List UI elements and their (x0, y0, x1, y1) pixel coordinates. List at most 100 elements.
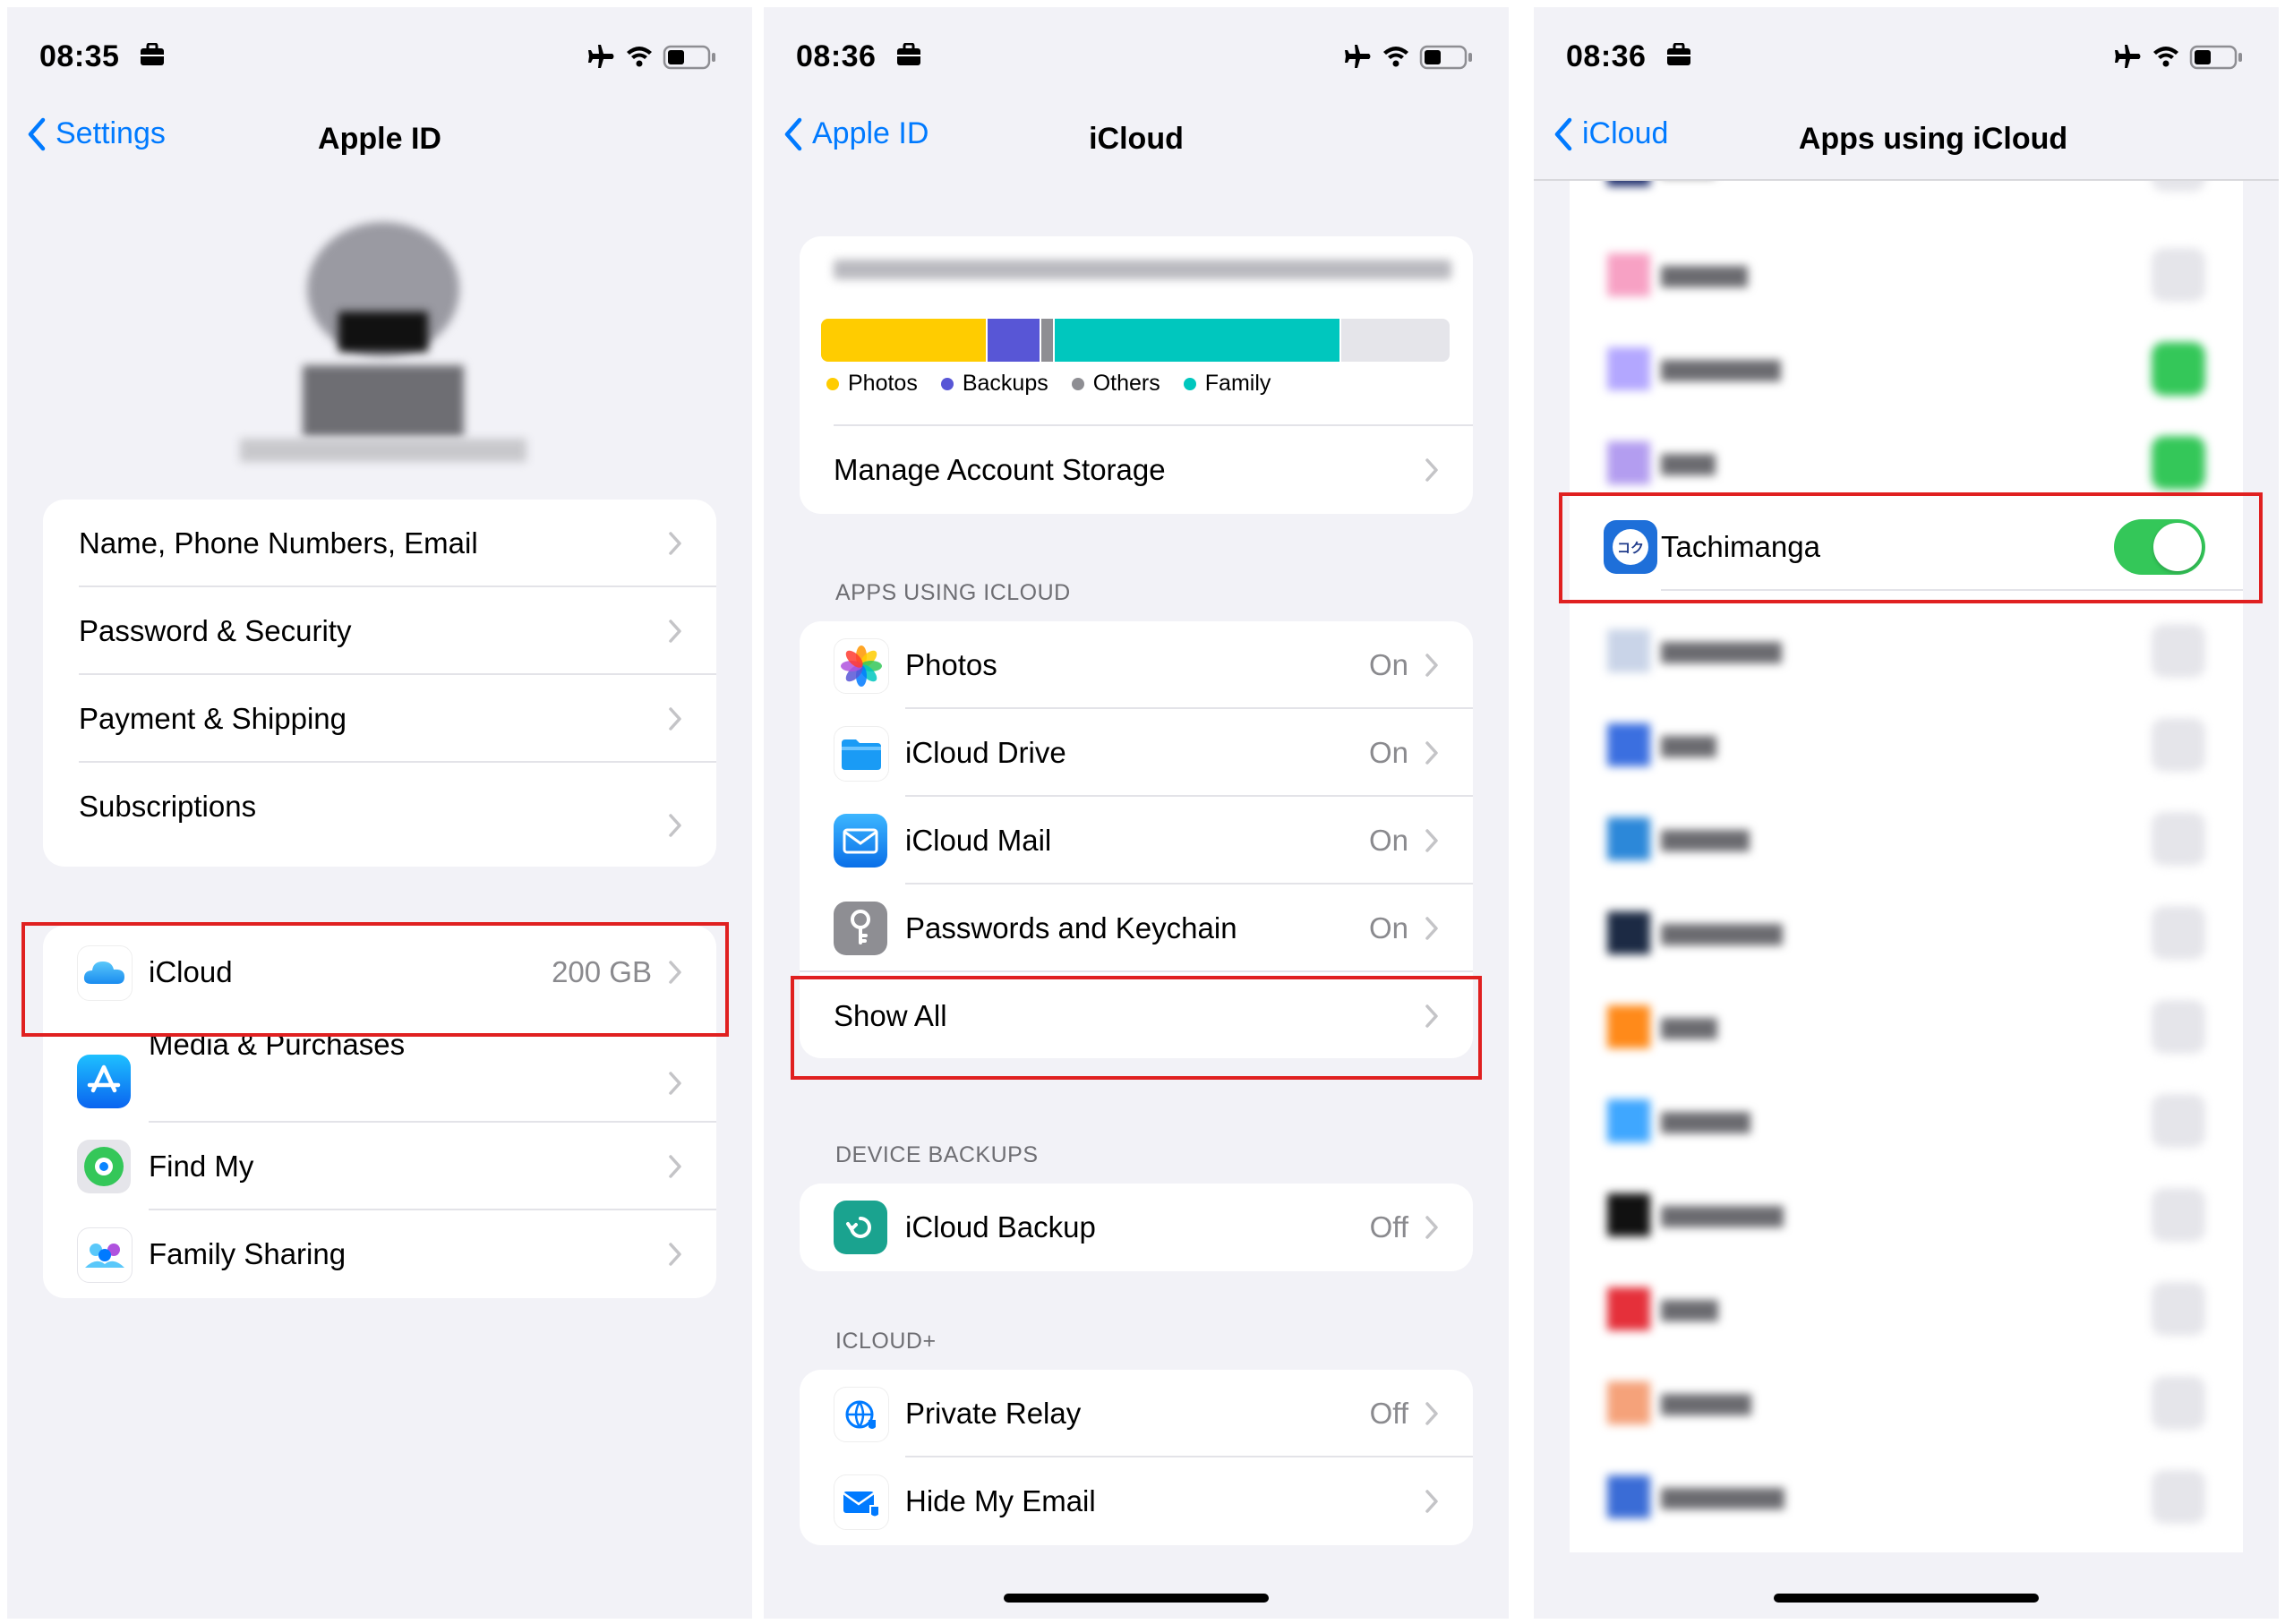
status-bar: 08:35 (39, 32, 720, 86)
redacted-toggle[interactable] (2152, 342, 2205, 396)
legend-label: Others (1092, 371, 1160, 396)
redacted-app-icon (1607, 441, 1650, 484)
briefcase-icon (140, 43, 165, 66)
chevron-right-icon (668, 706, 682, 731)
chevron-right-icon (668, 619, 682, 644)
row-value: Off (1369, 1210, 1408, 1244)
page-title: Apple ID (318, 122, 441, 156)
row-label: iCloud Mail (905, 824, 1052, 857)
row-value: On (1368, 824, 1408, 857)
status-icons (586, 41, 720, 72)
redacted-app-row[interactable] (1570, 342, 2243, 396)
home-indicator (1004, 1594, 1269, 1603)
redacted-app-icon (1607, 253, 1650, 296)
row-label: Photos (905, 648, 997, 681)
chevron-right-icon (1425, 916, 1439, 941)
row-label: Payment & Shipping (79, 702, 347, 735)
photos-icon (834, 638, 889, 694)
redacted-toggle[interactable] (2152, 1188, 2205, 1242)
redacted-app-name (1661, 1488, 1784, 1509)
row-label: Subscriptions (79, 790, 257, 823)
chevron-right-icon (1425, 828, 1439, 853)
chevron-right-icon (1425, 1215, 1439, 1240)
redacted-app-row[interactable] (1570, 718, 2243, 772)
status-icons (1342, 41, 1476, 72)
redacted-toggle[interactable] (2152, 436, 2205, 490)
redacted-app-name (1661, 830, 1750, 851)
row-photos[interactable]: Photos On (800, 621, 1473, 709)
redacted-app-name (1661, 924, 1783, 945)
screen-apps-using-icloud: 08:36 iCloud Apps using iCloud コク Tachim… (1534, 7, 2279, 1619)
section-header-backups: DEVICE BACKUPS (835, 1142, 1039, 1167)
row-icloud-mail[interactable]: iCloud Mail On (800, 797, 1473, 885)
redacted-app-name (1661, 1394, 1751, 1415)
redacted-app-icon (1607, 1381, 1650, 1424)
row-family-sharing[interactable]: Family Sharing (43, 1210, 716, 1298)
chevron-left-icon (1553, 117, 1573, 151)
redacted-toggle[interactable] (2152, 624, 2205, 678)
row-label: Family Sharing (149, 1237, 347, 1270)
row-value: Off (1369, 1397, 1408, 1430)
redacted-toggle[interactable] (2152, 248, 2205, 302)
redacted-toggle[interactable] (2152, 906, 2205, 960)
redacted-app-icon (1607, 1099, 1650, 1142)
row-password-security[interactable]: Password & Security (43, 587, 716, 675)
find-my-icon (77, 1140, 131, 1193)
chevron-right-icon (1425, 740, 1439, 765)
redacted-app-name (1661, 1112, 1750, 1133)
redacted-app-row[interactable] (1570, 1282, 2243, 1336)
highlight-box-tachimanga (1559, 492, 2263, 603)
redacted-toggle[interactable] (2152, 1000, 2205, 1054)
redacted-app-row[interactable] (1570, 248, 2243, 302)
redacted-app-row[interactable] (1570, 624, 2243, 678)
row-private-relay[interactable]: Private Relay Off (800, 1370, 1473, 1457)
redacted-toggle[interactable] (2152, 1376, 2205, 1430)
row-passwords-keychain[interactable]: Passwords and Keychain On (800, 885, 1473, 972)
row-icloud-backup[interactable]: iCloud Backup Off (800, 1184, 1473, 1271)
row-label: Passwords and Keychain (905, 911, 1237, 944)
row-subscriptions[interactable]: Subscriptions (43, 763, 716, 861)
redacted-app-name (1661, 736, 1716, 757)
row-icloud-drive[interactable]: iCloud Drive On (800, 709, 1473, 797)
chevron-right-icon (668, 531, 682, 556)
row-manage-storage[interactable]: Manage Account Storage (800, 426, 1473, 514)
hide-email-icon (834, 1474, 889, 1530)
status-bar: 08:36 (796, 32, 1476, 86)
legend-dot (940, 377, 954, 390)
status-time: 08:36 (796, 39, 877, 73)
redacted-app-row[interactable] (1570, 906, 2243, 960)
screen-apple-id: 08:35 Settings Apple ID Name, Phone Numb… (7, 7, 752, 1619)
row-name-phone-email[interactable]: Name, Phone Numbers, Email (43, 500, 716, 587)
redacted-toggle[interactable] (2152, 1094, 2205, 1148)
status-time: 08:35 (39, 39, 120, 73)
row-hide-my-email[interactable]: Hide My Email (800, 1457, 1473, 1545)
redacted-toggle[interactable] (2152, 718, 2205, 772)
redacted-app-row[interactable] (1570, 436, 2243, 490)
redacted-app-name (1661, 454, 1716, 475)
screen-icloud: 08:36 Apple ID iCloud Photos Backups Oth… (764, 7, 1509, 1619)
account-group: Name, Phone Numbers, Email Password & Se… (43, 500, 716, 867)
row-payment-shipping[interactable]: Payment & Shipping (43, 675, 716, 763)
redacted-toggle[interactable] (2152, 1282, 2205, 1336)
redacted-app-row[interactable] (1570, 1000, 2243, 1054)
nav-bar: Settings Apple ID (7, 106, 752, 177)
redacted-app-row[interactable] (1570, 812, 2243, 866)
chevron-right-icon (668, 1242, 682, 1267)
globe-icon (834, 1387, 889, 1442)
redacted-app-row[interactable] (1570, 1188, 2243, 1242)
redacted-toggle[interactable] (2152, 1470, 2205, 1524)
chevron-right-icon (1425, 653, 1439, 678)
redacted-app-row[interactable] (1570, 1376, 2243, 1430)
status-time: 08:36 (1566, 39, 1647, 73)
avatar[interactable] (240, 204, 526, 473)
page-title: iCloud (1089, 122, 1184, 156)
storage-segment-family (1055, 319, 1341, 362)
row-find-my[interactable]: Find My (43, 1123, 716, 1210)
redacted-app-icon (1607, 817, 1650, 860)
redacted-app-row[interactable] (1570, 1470, 2243, 1524)
status-bar: 08:36 (1566, 32, 2246, 86)
redacted-app-row[interactable] (1570, 1094, 2243, 1148)
highlight-box-show-all (791, 976, 1482, 1080)
icloud-plus-group: Private Relay Off Hide My Email (800, 1370, 1473, 1545)
redacted-toggle[interactable] (2152, 812, 2205, 866)
